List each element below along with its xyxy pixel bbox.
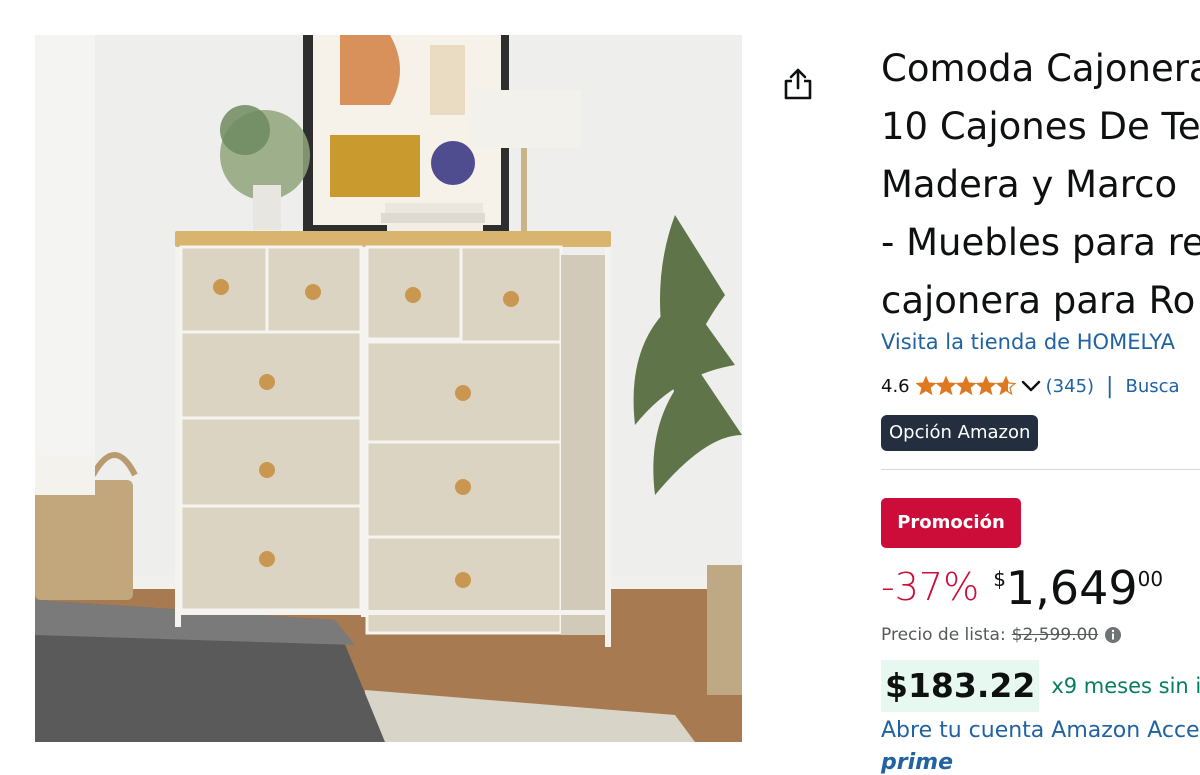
installment-text[interactable]: x9 meses sin i: [1051, 674, 1200, 698]
list-price-value: $2,599.00: [1011, 625, 1099, 645]
open-account-link[interactable]: Abre tu cuenta Amazon Acce: [881, 718, 1200, 743]
product-title-line: Comoda Cajonera: [881, 47, 1200, 90]
amazon-choice-badge: Opción Amazon: [881, 415, 1039, 451]
price-row: -37% $ 1,649 00: [881, 560, 1163, 616]
price-whole: 1,649: [1005, 561, 1138, 615]
store-link[interactable]: Visita la tienda de HOMELYA: [881, 330, 1175, 354]
rating-row: 4.6 (345) | Busca: [881, 372, 1180, 400]
star-rating[interactable]: [915, 376, 1016, 396]
rating-value: 4.6: [881, 375, 910, 397]
divider: [881, 469, 1200, 470]
info-icon[interactable]: [1104, 626, 1122, 644]
share-icon: [784, 68, 812, 100]
product-title-line: cajonera para Ro: [881, 279, 1196, 322]
star-icon: [995, 376, 1016, 396]
product-title-line: 10 Cajones De Tela: [881, 105, 1200, 148]
star-icon: [975, 376, 996, 396]
search-link[interactable]: Busca: [1125, 376, 1179, 397]
chevron-down-icon[interactable]: [1020, 378, 1042, 394]
price-fraction: 00: [1137, 567, 1164, 591]
star-icon: [935, 376, 956, 396]
discount-percent: -37%: [881, 565, 980, 609]
installment-row: $183.22 x9 meses sin i: [881, 660, 1200, 712]
price-currency: $: [993, 567, 1006, 591]
product-title-line: Madera y Marco: [881, 163, 1178, 206]
list-price-row: Precio de lista: $2,599.00: [881, 625, 1122, 645]
review-count-link[interactable]: (345): [1046, 376, 1094, 397]
promo-badge: Promoción: [881, 498, 1021, 548]
product-title-line: - Muebles para re: [881, 221, 1200, 264]
product-photo: [35, 35, 742, 742]
share-button[interactable]: [780, 66, 816, 102]
list-price-label: Precio de lista:: [881, 625, 1006, 645]
prime-logo: prime: [881, 750, 953, 775]
installment-amount: $183.22: [881, 660, 1040, 712]
product-image[interactable]: [35, 35, 742, 742]
star-icon: [955, 376, 976, 396]
star-icon: [915, 376, 936, 396]
separator: |: [1106, 373, 1114, 399]
product-title: Comoda Cajonera 10 Cajones De Tela Mader…: [881, 40, 1200, 330]
